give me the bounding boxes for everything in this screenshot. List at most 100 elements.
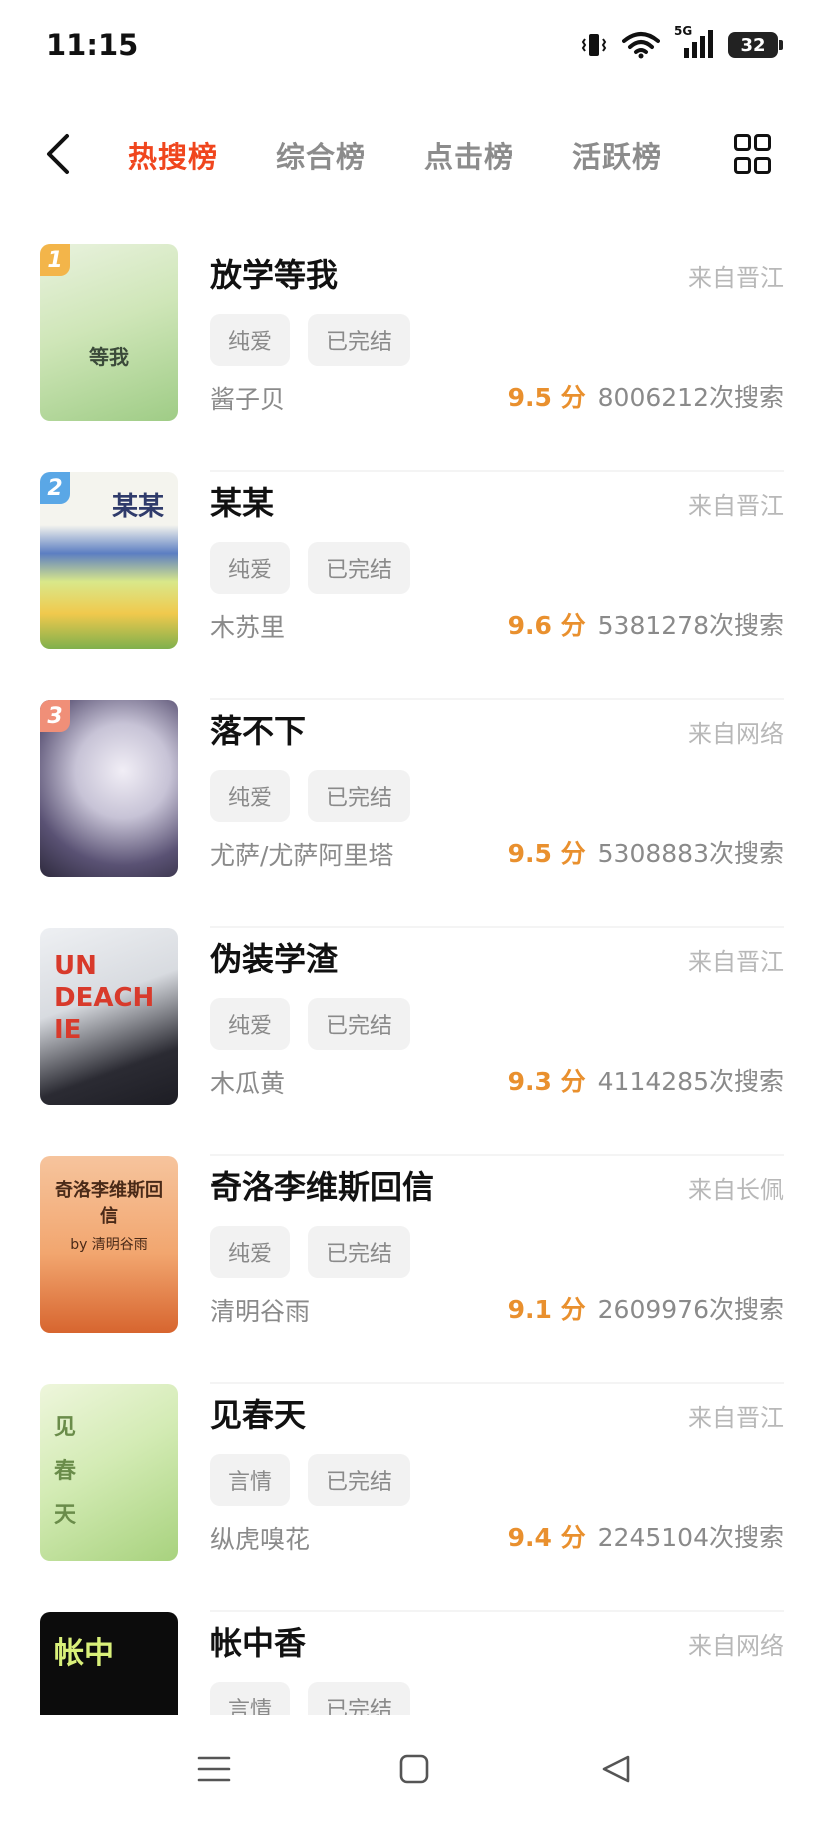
book-score: 9.5 分 xyxy=(507,383,586,412)
tag: 已完结 xyxy=(308,542,411,594)
back-button[interactable] xyxy=(36,132,80,176)
tag: 言情 xyxy=(210,1454,291,1506)
grid-icon-cell xyxy=(734,157,751,174)
vibrate-icon xyxy=(581,34,607,56)
book-author: 木瓜黄 xyxy=(210,1069,286,1098)
search-count: 5381278次搜索 xyxy=(597,611,784,640)
search-count: 5308883次搜索 xyxy=(597,839,784,868)
book-author: 木苏里 xyxy=(210,613,286,642)
tag: 已完结 xyxy=(308,998,411,1050)
tab-clicks[interactable]: 点击榜 xyxy=(424,134,514,176)
tag: 已完结 xyxy=(308,1226,411,1278)
tag: 纯爱 xyxy=(210,314,291,366)
system-nav-bar xyxy=(0,1715,828,1821)
tag-list: 纯爱 已完结 xyxy=(210,542,411,594)
back-icon xyxy=(602,1755,630,1783)
book-title[interactable]: 某某 xyxy=(210,478,274,524)
book-author: 酱子贝 xyxy=(210,385,286,414)
grid-icon-cell xyxy=(754,134,771,151)
book-item[interactable]: 3 落不下 来自网络 纯爱 已完结 尤萨/尤萨阿里塔 9.5 分 5308883… xyxy=(0,700,828,928)
book-title[interactable]: 见春天 xyxy=(210,1390,306,1436)
book-stats: 9.5 分 5308883次搜索 xyxy=(508,834,784,870)
search-count: 2245104次搜索 xyxy=(597,1523,784,1552)
menu-icon xyxy=(197,1756,231,1782)
search-count: 8006212次搜索 xyxy=(597,383,784,412)
book-score: 9.3 分 xyxy=(507,1067,586,1096)
book-stats: 9.3 分 4114285次搜索 xyxy=(508,1062,784,1098)
book-item[interactable]: UN DEACH IE 伪装学渣 来自晋江 纯爱 已完结 木瓜黄 9.3 分 4… xyxy=(0,928,828,1156)
book-title[interactable]: 帐中香 xyxy=(210,1618,306,1664)
book-source: 来自晋江 xyxy=(688,948,784,976)
book-cover[interactable]: 奇洛李维斯回信 by 清明谷雨 xyxy=(40,1156,178,1333)
book-author: 纵虎嗅花 xyxy=(210,1525,311,1554)
home-button[interactable] xyxy=(392,1747,436,1791)
book-score: 9.4 分 xyxy=(507,1523,586,1552)
book-author: 尤萨/尤萨阿里塔 xyxy=(210,841,394,870)
tag: 纯爱 xyxy=(210,998,291,1050)
book-score: 9.6 分 xyxy=(507,611,586,640)
tag: 已完结 xyxy=(308,770,411,822)
book-source: 来自晋江 xyxy=(688,492,784,520)
book-title[interactable]: 奇洛李维斯回信 xyxy=(210,1162,434,1208)
home-icon xyxy=(399,1754,429,1784)
book-stats: 9.4 分 2245104次搜索 xyxy=(508,1518,784,1554)
grid-icon-cell xyxy=(734,134,751,151)
book-list: 等我 1 放学等我 来自晋江 纯爱 已完结 酱子贝 9.5 分 8006212次… xyxy=(0,244,828,1789)
rank-badge: 2 xyxy=(40,472,70,504)
book-item[interactable]: 见春天 见春天 来自晋江 言情 已完结 纵虎嗅花 9.4 分 2245104次搜… xyxy=(0,1384,828,1612)
cover-title: 奇洛李维斯回信 xyxy=(55,1180,163,1227)
header: 热搜榜 综合榜 点击榜 活跃榜 xyxy=(0,120,828,192)
tab-hot-search[interactable]: 热搜榜 xyxy=(128,134,218,176)
book-cover[interactable]: 3 xyxy=(40,700,178,877)
book-score: 9.5 分 xyxy=(507,839,586,868)
book-source: 来自网络 xyxy=(688,1632,784,1660)
cover-title: 帐中 xyxy=(54,1636,114,1671)
book-author: 清明谷雨 xyxy=(210,1297,311,1326)
status-icons: 5G 32 xyxy=(580,24,783,60)
book-stats: 9.6 分 5381278次搜索 xyxy=(508,606,784,642)
cover-author: by 清明谷雨 xyxy=(70,1237,148,1253)
tag-list: 言情 已完结 xyxy=(210,1454,411,1506)
book-cover[interactable]: 等我 1 xyxy=(40,244,178,421)
book-cover[interactable]: UN DEACH IE xyxy=(40,928,178,1105)
cover-title: 见春天 xyxy=(54,1415,77,1528)
tag-list: 纯爱 已完结 xyxy=(210,1226,411,1278)
book-item[interactable]: 等我 1 放学等我 来自晋江 纯爱 已完结 酱子贝 9.5 分 8006212次… xyxy=(0,244,828,472)
tab-active[interactable]: 活跃榜 xyxy=(572,134,662,176)
book-cover[interactable]: 见春天 xyxy=(40,1384,178,1561)
cover-title: UN DEACH IE xyxy=(54,951,155,1045)
book-title[interactable]: 放学等我 xyxy=(210,250,338,296)
back-nav-button[interactable] xyxy=(594,1747,638,1791)
book-stats: 9.1 分 2609976次搜索 xyxy=(508,1290,784,1326)
status-bar: 11:15 5G 32 xyxy=(0,0,828,100)
recent-apps-button[interactable] xyxy=(192,1747,236,1791)
rank-badge: 3 xyxy=(40,700,70,732)
search-count: 4114285次搜索 xyxy=(597,1067,784,1096)
cell-signal-icon: 5G xyxy=(674,24,714,60)
book-source: 来自晋江 xyxy=(688,264,784,292)
tag-list: 纯爱 已完结 xyxy=(210,770,411,822)
tag: 已完结 xyxy=(308,314,411,366)
grid-menu-button[interactable] xyxy=(734,134,771,174)
cover-title: 某某 xyxy=(111,492,164,522)
tag-list: 纯爱 已完结 xyxy=(210,314,411,366)
book-cover[interactable]: 某某 2 xyxy=(40,472,178,649)
tag-list: 纯爱 已完结 xyxy=(210,998,411,1050)
book-title[interactable]: 伪装学渣 xyxy=(210,934,338,980)
book-score: 9.1 分 xyxy=(507,1295,586,1324)
book-source: 来自晋江 xyxy=(688,1404,784,1432)
tag: 纯爱 xyxy=(210,770,291,822)
status-time: 11:15 xyxy=(46,28,139,62)
ranking-tabs: 热搜榜 综合榜 点击榜 活跃榜 xyxy=(128,134,720,176)
book-title[interactable]: 落不下 xyxy=(210,706,306,752)
search-count: 2609976次搜索 xyxy=(597,1295,784,1324)
battery-level: 32 xyxy=(740,34,766,56)
tag: 纯爱 xyxy=(210,1226,291,1278)
book-stats: 9.5 分 8006212次搜索 xyxy=(508,378,784,414)
tab-overall[interactable]: 综合榜 xyxy=(276,134,366,176)
book-item[interactable]: 奇洛李维斯回信 by 清明谷雨 奇洛李维斯回信 来自长佩 纯爱 已完结 清明谷雨… xyxy=(0,1156,828,1384)
tag: 已完结 xyxy=(308,1454,411,1506)
grid-icon-cell xyxy=(754,157,771,174)
wifi-icon xyxy=(622,32,660,59)
book-item[interactable]: 某某 2 某某 来自晋江 纯爱 已完结 木苏里 9.6 分 5381278次搜索 xyxy=(0,472,828,700)
